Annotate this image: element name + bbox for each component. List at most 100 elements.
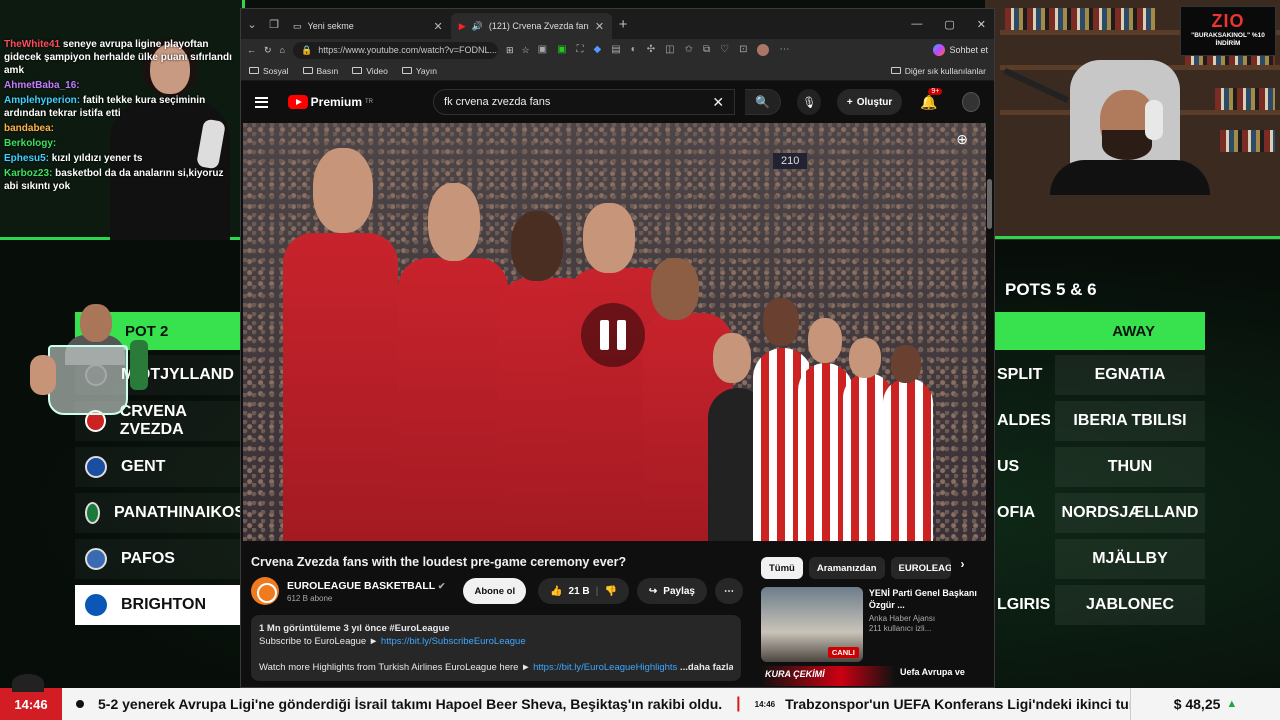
chip-from-search[interactable]: Aramanızdan <box>808 557 885 579</box>
chevron-right-icon[interactable]: › <box>961 557 965 579</box>
close-tab-icon[interactable]: ✕ <box>595 20 604 33</box>
tab-youtube[interactable]: ▶ 🔊 (121) Crvena Zvezda fans with the lo… <box>450 13 613 39</box>
voice-search-button[interactable]: 🎙 <box>797 89 821 115</box>
notification-badge: 9+ <box>928 87 943 95</box>
pause-button[interactable] <box>581 303 645 367</box>
recommended-video[interactable]: CANLI YENİ Parti Genel Başkanı Özgür ...… <box>761 587 981 662</box>
account-avatar[interactable] <box>961 92 981 112</box>
screenshot-icon[interactable]: ⊡ <box>739 44 747 56</box>
close-window-icon[interactable]: ✕ <box>977 18 986 31</box>
referee-head <box>713 333 751 383</box>
desc-text: Subscribe to EuroLeague ► <box>259 636 381 647</box>
channel-row: EUROLEAGUE BASKETBALL ✔ 612 B abone Abon… <box>251 577 751 605</box>
extension-icon[interactable]: ◆ <box>594 44 602 56</box>
recommended-video[interactable]: KURA ÇEKİMİ Uefa Avrupa ve <box>761 666 981 686</box>
extension-icon[interactable]: ▣ <box>538 44 547 56</box>
minimize-icon[interactable]: — <box>911 18 922 31</box>
other-favorites[interactable]: Diğer sık kullanılanlar <box>890 65 986 76</box>
ticker-clock: 14:46 <box>0 688 62 720</box>
show-more-link[interactable]: ...daha fazla <box>677 662 733 673</box>
app-available-icon[interactable]: ⊞ <box>506 45 514 56</box>
split-screen-icon[interactable]: ◫ <box>665 44 674 56</box>
url-field[interactable]: 🔒 https://www.youtube.com/watch?v=FODNL..… <box>292 41 498 59</box>
share-button[interactable]: ↪ Paylaş <box>636 578 707 604</box>
page-icon: ▭ <box>293 20 302 31</box>
bookmark-label: Sosyal <box>263 65 289 76</box>
desc-line: Subscribe to EuroLeague ► https://bit.ly… <box>259 635 733 648</box>
video-thumbnail[interactable]: KURA ÇEKİMİ <box>761 666 894 686</box>
search-button[interactable]: 🔍 <box>745 89 782 115</box>
watch-below: Crvena Zvezda fans with the loudest pre-… <box>241 541 994 686</box>
chip-euroleague[interactable]: EUROLEAGUE <box>890 557 951 579</box>
home-team-partial: LGIRIS <box>997 596 1050 613</box>
chat-message: bandabea: <box>4 122 234 135</box>
favorite-star-icon[interactable]: ☆ <box>522 45 530 56</box>
rec-title: YENİ Parti Genel Başkanı Özgür ... <box>868 588 977 610</box>
search-input[interactable]: fk crvena zvezda fans ✕ <box>433 89 736 115</box>
browser-essentials-icon[interactable]: ♡ <box>720 44 729 56</box>
extension-icon[interactable]: ▣ <box>557 44 566 56</box>
logo-text: Premium <box>310 95 363 109</box>
page-scrollbar[interactable] <box>987 179 992 229</box>
youtube-logo[interactable]: Premium TR <box>287 95 373 109</box>
close-tab-icon[interactable]: ✕ <box>434 20 443 33</box>
notifications-button[interactable]: 🔔 9+ <box>920 87 943 111</box>
like-button[interactable]: 👍 21 B | 👎 <box>538 578 629 604</box>
workspaces-icon[interactable]: ❐ <box>263 13 285 35</box>
copilot-label: Sohbet et <box>949 45 988 55</box>
chip-all[interactable]: Tümü <box>761 557 803 579</box>
away-team-4: NORDSJÆLLAND <box>1055 493 1205 533</box>
video-thumbnail[interactable]: CANLI <box>761 587 863 662</box>
desc-link[interactable]: https://bit.ly/SubscribeEuroLeague <box>381 636 526 647</box>
video-info: Crvena Zvezda fans with the loudest pre-… <box>251 541 751 686</box>
description-box[interactable]: 1 Mn görüntüleme 3 yıl önce #EuroLeague … <box>251 615 741 681</box>
home-icon[interactable]: ⌂ <box>280 45 285 55</box>
subscriber-count: 612 B abone <box>287 593 333 603</box>
extension-icon[interactable]: ⛶ <box>577 44 584 56</box>
menu-icon[interactable] <box>255 96 268 108</box>
divider: | <box>595 585 599 597</box>
new-tab-button[interactable]: + <box>612 13 634 35</box>
tab-new[interactable]: ▭ Yeni sekme ✕ <box>285 13 451 39</box>
extensions-puzzle-icon[interactable]: ✣ <box>647 44 655 56</box>
filter-chips: Tümü Aramanızdan EUROLEAGUE › <box>761 557 981 579</box>
channel-avatar[interactable] <box>251 577 279 605</box>
channel-name[interactable]: EUROLEAGUE BASKETBALL ✔ <box>287 580 445 592</box>
more-actions-button[interactable]: ⋯ <box>715 578 743 604</box>
folder-icon <box>890 67 901 74</box>
home-team-partial: US <box>997 458 1020 475</box>
tab-list-icon[interactable]: ⌄ <box>241 13 263 35</box>
mini-streamer-with-cup <box>30 300 150 420</box>
maximize-icon[interactable]: ▢ <box>944 18 954 31</box>
subscribe-button[interactable]: Abone ol <box>463 578 527 604</box>
bookmark-label: Diğer sık kullanılanlar <box>904 65 986 76</box>
speaker-icon[interactable]: 🔊 <box>472 21 483 32</box>
clear-search-icon[interactable]: ✕ <box>712 94 724 111</box>
thumbs-down-icon[interactable]: 👎 <box>604 586 616 597</box>
copilot-button[interactable]: Sohbet et <box>933 44 988 56</box>
refresh-icon[interactable]: ↻ <box>264 45 272 56</box>
bookmark-folder[interactable]: Yayın <box>401 65 437 76</box>
desc-link[interactable]: https://bit.ly/EuroLeagueHighlights <box>533 662 677 673</box>
back-icon[interactable]: ← <box>247 45 256 55</box>
favorites-icon[interactable]: ✩ <box>685 44 693 56</box>
player-head <box>313 148 373 233</box>
bookmark-folder[interactable]: Sosyal <box>249 66 289 76</box>
profile-avatar[interactable] <box>757 44 770 56</box>
rec-title: Uefa Avrupa ve <box>900 667 965 677</box>
bookmark-label: Yayın <box>415 65 437 76</box>
bookmark-label: Video <box>366 65 388 76</box>
bookmark-folder[interactable]: Video <box>352 66 388 76</box>
bookmark-label: Basın <box>316 65 339 76</box>
add-icon[interactable]: ⊕ <box>956 131 968 148</box>
more-icon[interactable]: ⋯ <box>779 44 789 56</box>
video-player[interactable]: 210 ⊕ <box>243 123 986 541</box>
bookmark-folder[interactable]: Basın <box>302 65 339 76</box>
extension-icon[interactable]: ◐ <box>631 44 637 56</box>
extension-icon[interactable]: ▤ <box>611 44 620 56</box>
overlay-button <box>12 674 44 692</box>
collections-icon[interactable]: ⧉ <box>703 44 710 56</box>
create-button[interactable]: + Oluştur <box>836 89 903 115</box>
arena-sign: 210 <box>773 153 808 169</box>
player-figure <box>398 258 508 541</box>
